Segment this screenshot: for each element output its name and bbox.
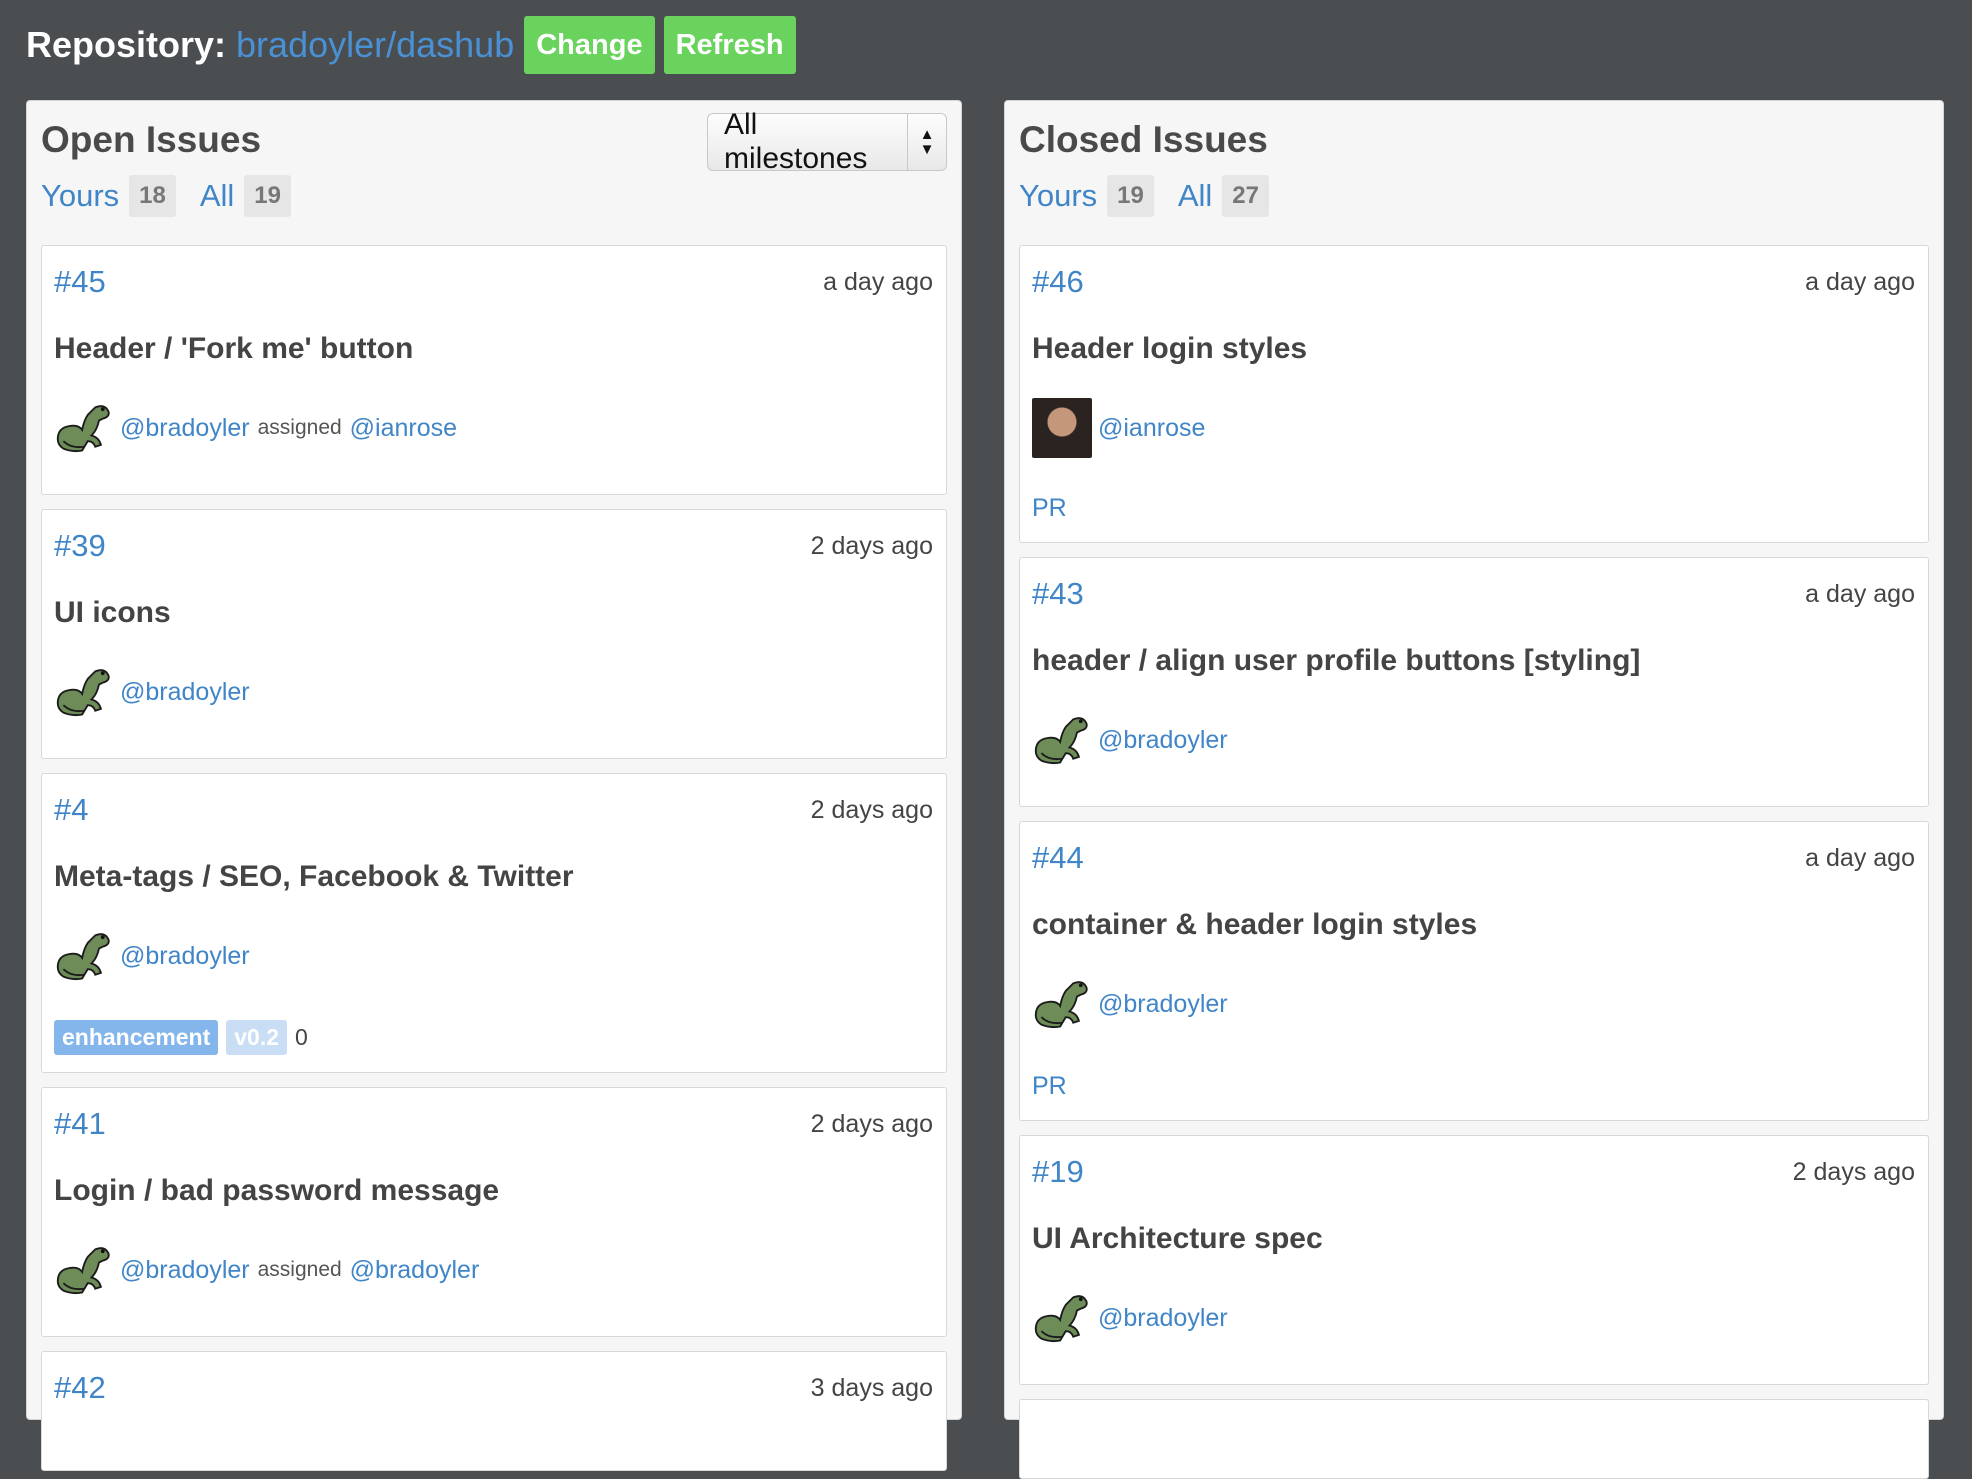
issue-title: Login / bad password message (54, 1174, 500, 1207)
issue-title: container & header login styles (1032, 908, 1478, 941)
open-issues-title: Open Issues (41, 119, 262, 160)
label-enhancement[interactable]: enhancement (54, 1020, 219, 1055)
issue-author[interactable]: @bradoyler (1098, 990, 1228, 1019)
comment-count: 0 (295, 1024, 308, 1050)
filter-yours-count: 19 (1107, 175, 1154, 217)
avatar (56, 1247, 110, 1295)
refresh-button[interactable]: Refresh (663, 16, 796, 74)
issue-card[interactable]: #43 a day ago header / align user profil… (1019, 557, 1929, 807)
issue-author[interactable]: @bradoyler (120, 942, 250, 971)
avatar (1034, 1295, 1088, 1343)
avatar (56, 933, 110, 981)
filter-all-count: 19 (244, 175, 291, 217)
open-issues-panel: Open Issues All milestones ▲ ▼ Yours 18 A… (26, 100, 962, 1471)
select-arrows-icon: ▲ ▼ (907, 114, 946, 170)
milestone-select-value: All milestones (724, 108, 868, 175)
issue-people: @ianrose (1032, 398, 1205, 458)
issue-title: Header login styles (1032, 332, 1308, 365)
filter-all-count: 27 (1222, 175, 1269, 217)
filter-yours-count: 18 (129, 175, 176, 217)
issue-number[interactable]: #44 (1032, 840, 1084, 876)
issue-card[interactable]: #42 3 days ago (41, 1351, 947, 1471)
issue-author[interactable]: @bradoyler (120, 414, 250, 443)
issue-number[interactable]: #19 (1032, 1154, 1084, 1190)
issue-people: @bradoyler assigned @ianrose (54, 398, 457, 458)
assigned-text: assigned (257, 1258, 342, 1281)
issue-people: @bradoyler (1032, 710, 1228, 770)
filter-all[interactable]: All (1178, 178, 1212, 214)
issue-number[interactable]: #46 (1032, 264, 1084, 300)
issue-title: UI icons (54, 596, 171, 629)
issue-card[interactable]: #45 a day ago Header / 'Fork me' button … (41, 245, 947, 495)
issue-time: 2 days ago (810, 796, 933, 824)
avatar (56, 669, 110, 717)
issue-title: UI Architecture spec (1032, 1222, 1323, 1255)
issue-author[interactable]: @bradoyler (120, 678, 250, 707)
avatar (1034, 981, 1088, 1029)
issue-number[interactable]: #42 (54, 1370, 106, 1406)
issue-card[interactable]: #4 2 days ago Meta-tags / SEO, Facebook … (41, 773, 947, 1073)
issue-number[interactable]: #4 (54, 792, 88, 828)
repository-label: Repository: (26, 24, 227, 65)
issue-people: @bradoyler (54, 926, 250, 986)
closed-issues-title: Closed Issues (1019, 119, 1268, 160)
issue-time: 3 days ago (810, 1374, 933, 1402)
issue-people: @bradoyler assigned @bradoyler (54, 1240, 479, 1300)
issue-assignee[interactable]: @ianrose (350, 414, 457, 443)
issue-card[interactable]: #41 2 days ago Login / bad password mess… (41, 1087, 947, 1337)
repository-header: Repository: bradoyler/dashub Change Refr… (26, 16, 805, 74)
issue-author[interactable]: @ianrose (1098, 414, 1205, 443)
assigned-text: assigned (257, 416, 342, 439)
filter-yours[interactable]: Yours (41, 178, 119, 214)
issue-title: Header / 'Fork me' button (54, 332, 414, 365)
issue-card[interactable]: #19 2 days ago UI Architecture spec @bra… (1019, 1135, 1929, 1385)
issue-author[interactable]: @bradoyler (120, 1256, 250, 1285)
issue-number[interactable]: #45 (54, 264, 106, 300)
repository-link[interactable]: bradoyler/dashub (236, 24, 514, 66)
avatar (56, 405, 110, 453)
issue-number[interactable]: #41 (54, 1106, 106, 1142)
issue-time: 2 days ago (1792, 1158, 1915, 1186)
issue-people: @bradoyler (1032, 974, 1228, 1034)
issue-card[interactable]: #44 a day ago container & header login s… (1019, 821, 1929, 1121)
issue-author[interactable]: @bradoyler (1098, 726, 1228, 755)
filter-yours[interactable]: Yours (1019, 178, 1097, 214)
issue-title: header / align user profile buttons [sty… (1032, 644, 1641, 677)
closed-issues-panel: Closed Issues Yours 19 All 27 #46 a day … (1004, 100, 1944, 1479)
issue-people: @bradoyler (54, 662, 250, 722)
issue-time: a day ago (1805, 580, 1915, 608)
issue-people: @bradoyler (1032, 1288, 1228, 1348)
issue-number[interactable]: #43 (1032, 576, 1084, 612)
open-filters: Yours 18 All 19 (41, 175, 315, 217)
issue-assignee[interactable]: @bradoyler (350, 1256, 480, 1285)
issue-number[interactable]: #39 (54, 528, 106, 564)
issue-card[interactable]: #46 a day ago Header login styles @ianro… (1019, 245, 1929, 543)
avatar (1034, 717, 1088, 765)
avatar (1032, 398, 1092, 458)
issue-labels: enhancement v0.2 0 (54, 1020, 308, 1055)
milestone-select[interactable]: All milestones ▲ ▼ (707, 108, 947, 175)
issue-time: a day ago (823, 268, 933, 296)
issue-title: Meta-tags / SEO, Facebook & Twitter (54, 860, 574, 893)
issue-time: 2 days ago (810, 532, 933, 560)
filter-all[interactable]: All (200, 178, 234, 214)
issue-card[interactable] (1019, 1399, 1929, 1479)
change-button[interactable]: Change (524, 16, 655, 74)
issue-card[interactable]: #39 2 days ago UI icons @bradoyler (41, 509, 947, 759)
pull-request-link[interactable]: PR (1032, 494, 1067, 523)
pull-request-link[interactable]: PR (1032, 1072, 1067, 1101)
issue-time: 2 days ago (810, 1110, 933, 1138)
issue-author[interactable]: @bradoyler (1098, 1304, 1228, 1333)
issue-time: a day ago (1805, 844, 1915, 872)
closed-filters: Yours 19 All 27 (1019, 175, 1293, 217)
issue-time: a day ago (1805, 268, 1915, 296)
label-milestone[interactable]: v0.2 (226, 1020, 288, 1055)
